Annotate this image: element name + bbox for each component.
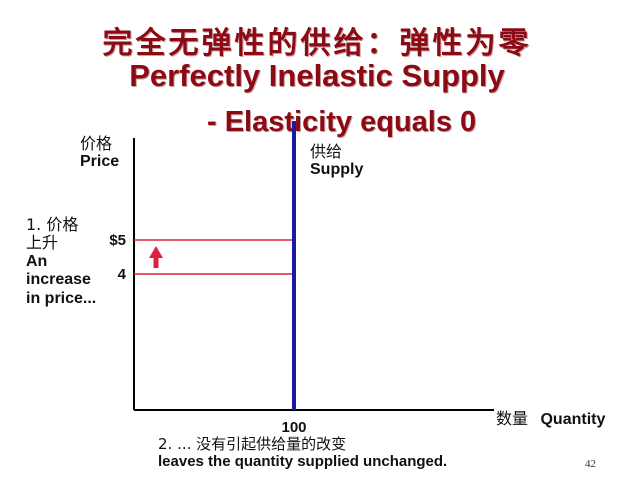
price-increase-arrow-head [149,246,163,258]
supply-curve-label: 供给 Supply [310,142,364,180]
supply-label-en: Supply [310,161,364,179]
x-axis-label-cn: 数量 [496,409,529,428]
x-axis-label: 数量 Quantity [496,409,606,429]
note2-en: leaves the quantity supplied unchanged. [158,453,448,471]
y-axis-label: 价格 Price [80,134,120,172]
increase-cn-line2: 上升 [26,233,59,253]
supply-label-cn: 供给 [310,142,343,161]
increase-en-line3: in price... [26,289,97,307]
increase-cn-line1: 1. 价格 [26,215,79,234]
x-tick-label-0: 100 [281,419,306,436]
y-axis-label-en: Price [80,153,120,171]
y-axis-label-cn: 价格 [80,134,113,153]
increase-en-line2: increase [26,271,91,289]
price-increase-annotation: 1. 价格 上升 An increase in price... [26,215,126,308]
note2-cn: 2. ... 没有引起供给量的改变 [158,435,347,453]
x-axis-label-en: Quantity [540,411,606,428]
quantity-unchanged-annotation: 2. ... 没有引起供给量的改变 leaves the quantity su… [158,435,448,471]
increase-en-line1: An [26,252,48,270]
page-number: 42 [585,458,596,470]
